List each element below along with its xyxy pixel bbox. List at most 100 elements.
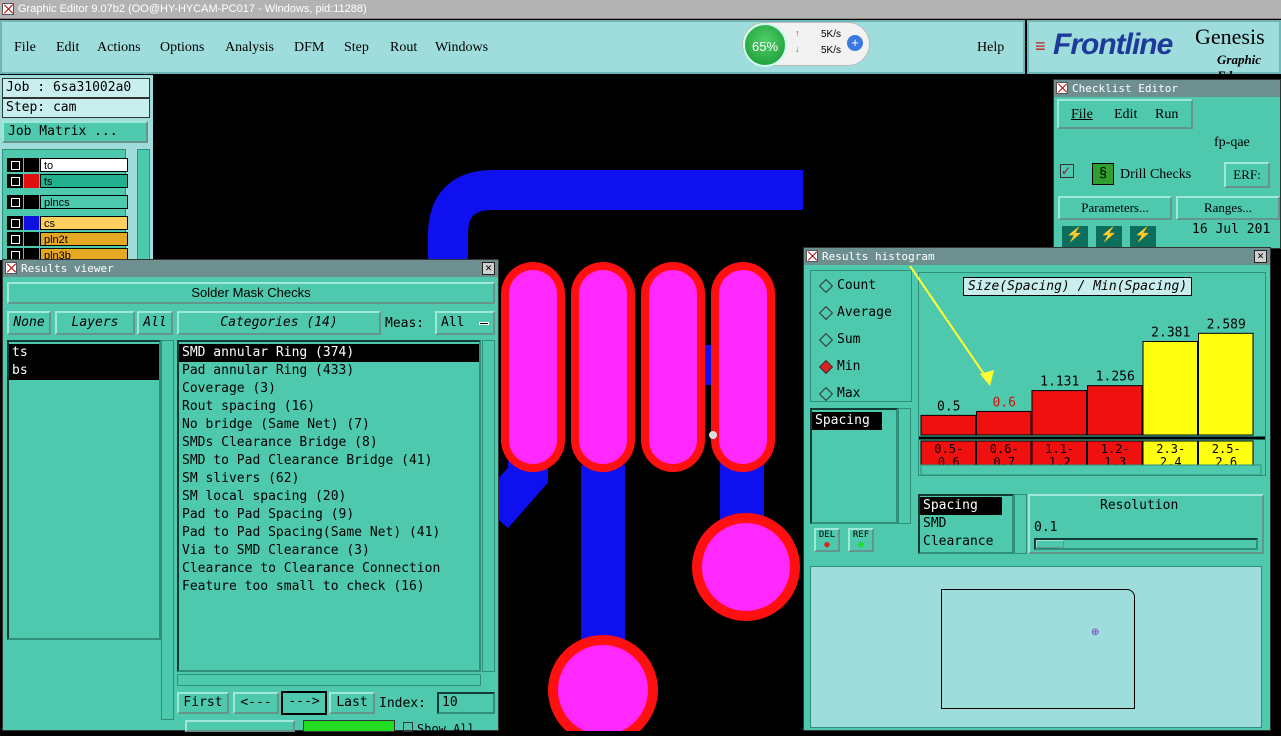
- mode-max-radio[interactable]: Max: [819, 383, 860, 405]
- upload-speed: 5K/s: [821, 29, 842, 40]
- window-icon: [1056, 82, 1068, 94]
- window-title: Graphic Editor 9.07b2 (OO@HY-HYCAM-PC017…: [18, 3, 367, 15]
- category-item[interactable]: No bridge (Same Net) (7): [179, 416, 479, 434]
- category-label: 2.3-: [1156, 442, 1185, 456]
- menu-edit[interactable]: Edit: [56, 40, 79, 56]
- menu-step[interactable]: Step: [344, 40, 369, 56]
- layer-color-swatch: [24, 232, 39, 246]
- categories-button[interactable]: Categories (14): [177, 311, 381, 335]
- chart-bar: [1031, 390, 1087, 436]
- first-button[interactable]: First: [177, 692, 229, 714]
- category-item[interactable]: Coverage (3): [179, 380, 479, 398]
- checklist-menu-run[interactable]: Run: [1155, 107, 1178, 123]
- results-viewer-window: Results viewer ✕ Solder Mask Checks None…: [2, 259, 499, 736]
- resolution-slider[interactable]: [1034, 538, 1258, 550]
- list-item[interactable]: ts: [9, 344, 159, 362]
- layer-checkbox[interactable]: [7, 216, 23, 230]
- layer-color-swatch: [24, 216, 39, 230]
- results-viewer-titlebar[interactable]: Results viewer ✕: [3, 260, 498, 277]
- del-button[interactable]: DEL ●: [814, 528, 840, 552]
- menu-rout[interactable]: Rout: [390, 40, 417, 56]
- menu-analysis[interactable]: Analysis: [225, 40, 274, 56]
- category-item[interactable]: Clearance to Clearance Connection: [179, 560, 479, 578]
- layer-row-to[interactable]: to: [7, 158, 128, 172]
- layer-list-scrollbar[interactable]: [137, 149, 150, 260]
- last-button[interactable]: Last: [329, 692, 375, 714]
- erf-button[interactable]: ERF:: [1224, 162, 1270, 188]
- upload-arrow-icon: ↑: [795, 28, 800, 38]
- category-item[interactable]: Pad to Pad Spacing(Same Net) (41): [179, 524, 479, 542]
- layer-row-pln2t[interactable]: pln2t: [7, 232, 128, 246]
- layer-row-ts[interactable]: ts: [7, 174, 128, 188]
- layer-checkbox[interactable]: [7, 232, 23, 246]
- menu-help[interactable]: Help: [977, 40, 1004, 56]
- checklist-menu-edit[interactable]: Edit: [1114, 107, 1137, 123]
- layer-name: pln2t: [40, 232, 128, 246]
- job-panel: Job : 6sa31002a0 Step: cam Job Matrix ..…: [0, 75, 153, 262]
- network-speed-widget[interactable]: 65% ↑ ↓ 5K/s 5K/s +: [742, 22, 870, 67]
- checklist-titlebar[interactable]: Checklist Editor: [1054, 80, 1280, 97]
- chart-bar: [920, 414, 976, 436]
- layer-checkbox[interactable]: [7, 174, 23, 188]
- layer-list-scrollbar[interactable]: [161, 340, 174, 720]
- job-matrix-button[interactable]: Job Matrix ...: [2, 121, 148, 143]
- layer-checkbox[interactable]: [7, 158, 23, 172]
- parameters-button[interactable]: Parameters...: [1058, 196, 1172, 220]
- slider-thumb[interactable]: [1036, 540, 1064, 548]
- categories-scrollbar[interactable]: [482, 340, 495, 672]
- meas-select[interactable]: All: [435, 311, 495, 335]
- menu-file[interactable]: File: [14, 40, 36, 56]
- close-icon[interactable]: ✕: [1254, 250, 1267, 263]
- check-enable-checkbox[interactable]: ✓: [1060, 164, 1074, 178]
- menu-actions[interactable]: Actions: [97, 40, 141, 56]
- category-item[interactable]: Via to SMD Clearance (3): [179, 542, 479, 560]
- close-icon[interactable]: ✕: [482, 262, 495, 275]
- measure-type-list[interactable]: Spacing SMD Clearance: [918, 494, 1014, 554]
- mode-average-radio[interactable]: Average: [819, 302, 892, 324]
- ref-label: REF: [852, 530, 870, 540]
- mode-count-radio[interactable]: Count: [819, 275, 876, 297]
- checklist-menu-file[interactable]: File: [1071, 107, 1093, 123]
- histogram-titlebar[interactable]: Results histogram ✕: [804, 248, 1270, 265]
- menu-dfm[interactable]: DFM: [294, 40, 324, 56]
- index-input[interactable]: 10: [437, 692, 495, 714]
- list-item[interactable]: Clearance: [920, 533, 1012, 551]
- mode-sum-radio[interactable]: Sum: [819, 329, 860, 351]
- layer-row-cs[interactable]: cs: [7, 216, 128, 230]
- category-item[interactable]: SM slivers (62): [179, 470, 479, 488]
- ref-button[interactable]: REF ●: [848, 528, 874, 552]
- board-outline: [941, 589, 1135, 709]
- category-item[interactable]: Pad annular Ring (433): [179, 362, 479, 380]
- meas-list[interactable]: Spacing: [810, 408, 898, 524]
- list-item[interactable]: bs: [9, 362, 159, 380]
- list-item[interactable]: Spacing: [920, 497, 1002, 515]
- menu-windows[interactable]: Windows: [435, 40, 488, 56]
- category-item[interactable]: Pad to Pad Spacing (9): [179, 506, 479, 524]
- menu-options[interactable]: Options: [160, 40, 204, 56]
- none-button[interactable]: None: [7, 311, 51, 335]
- category-item[interactable]: SM local spacing (20): [179, 488, 479, 506]
- category-item[interactable]: SMD to Pad Clearance Bridge (41): [179, 452, 479, 470]
- measure-type-scrollbar[interactable]: [1014, 494, 1027, 554]
- list-item[interactable]: Spacing: [812, 412, 882, 430]
- all-button[interactable]: All: [137, 311, 173, 335]
- layer-row-plncs[interactable]: plncs: [7, 195, 128, 209]
- layer-checkbox[interactable]: [7, 195, 23, 209]
- add-icon[interactable]: +: [847, 35, 863, 51]
- job-select[interactable]: [185, 720, 295, 732]
- category-item[interactable]: SMD annular Ring (374): [179, 344, 479, 362]
- prev-button[interactable]: <---: [233, 692, 279, 714]
- next-button[interactable]: --->: [281, 691, 327, 715]
- results-layer-list[interactable]: ts bs: [7, 340, 161, 640]
- results-header: Solder Mask Checks: [7, 282, 495, 304]
- ranges-button[interactable]: Ranges...: [1176, 196, 1280, 220]
- mode-min-radio[interactable]: Min: [819, 356, 860, 378]
- categories-list[interactable]: SMD annular Ring (374) Pad annular Ring (…: [177, 340, 481, 672]
- categories-hscrollbar[interactable]: [177, 674, 481, 686]
- category-item[interactable]: SMDs Clearance Bridge (8): [179, 434, 479, 452]
- meas-list-scrollbar[interactable]: [898, 408, 911, 524]
- layers-button[interactable]: Layers: [55, 311, 135, 335]
- category-item[interactable]: Feature too small to check (16): [179, 578, 479, 596]
- category-item[interactable]: Rout spacing (16): [179, 398, 479, 416]
- list-item[interactable]: SMD: [920, 515, 1012, 533]
